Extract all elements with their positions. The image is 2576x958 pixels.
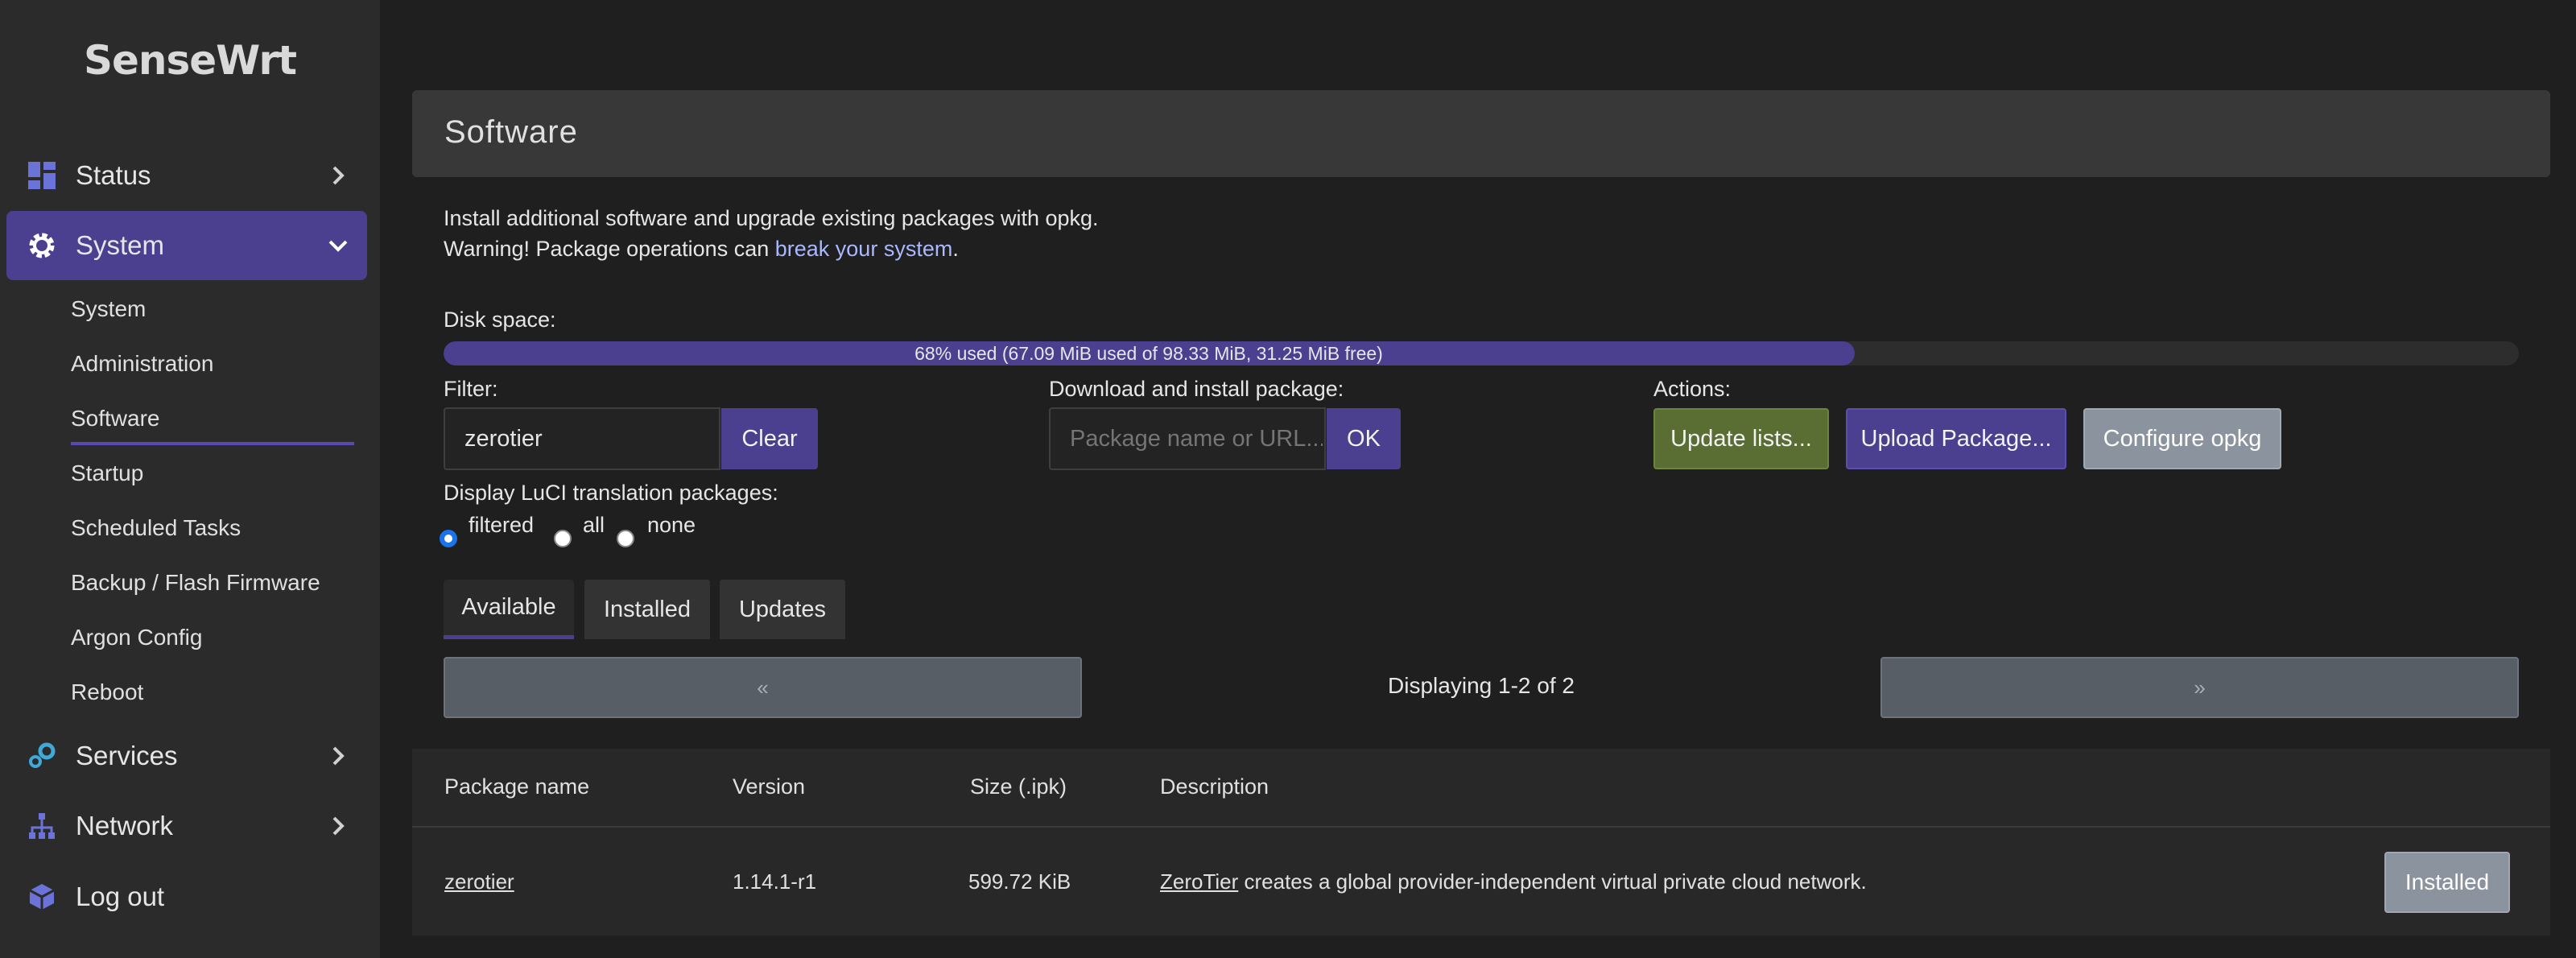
sidebar-subitem-reboot[interactable]: Reboot bbox=[71, 679, 143, 705]
ok-button[interactable]: OK bbox=[1327, 408, 1401, 469]
sidebar-subitem-startup[interactable]: Startup bbox=[71, 460, 143, 486]
description-text: creates a global provider-independent vi… bbox=[1238, 869, 1867, 894]
translation-label: Display LuCI translation packages: bbox=[444, 481, 778, 505]
tab-updates[interactable]: Updates bbox=[720, 580, 845, 639]
description-link[interactable]: ZeroTier bbox=[1160, 869, 1238, 894]
actions-label: Actions: bbox=[1653, 377, 1732, 401]
radio-none[interactable] bbox=[617, 530, 634, 547]
page-title: Software bbox=[444, 114, 578, 150]
sidebar-subitem-administration[interactable]: Administration bbox=[71, 351, 213, 377]
disk-space-label: Disk space: bbox=[444, 308, 556, 332]
table-row: zerotier 1.14.1-r1 599.72 KiB ZeroTier c… bbox=[412, 828, 2550, 935]
tab-installed[interactable]: Installed bbox=[584, 580, 710, 639]
disk-usage-bar: 68% used (67.09 MiB used of 98.33 MiB, 3… bbox=[444, 341, 2519, 365]
package-size: 599.72 KiB bbox=[968, 869, 1071, 894]
column-header: Description bbox=[1160, 774, 1269, 799]
warning-suffix: . bbox=[952, 237, 959, 261]
configure-opkg-button[interactable]: Configure opkg bbox=[2083, 408, 2281, 469]
pager-status: Displaying 1-2 of 2 bbox=[1388, 673, 1575, 698]
column-header: Size (.ipk) bbox=[970, 774, 1067, 799]
sidebar-subitem-argon-config[interactable]: Argon Config bbox=[71, 625, 202, 650]
break-system-link[interactable]: break your system bbox=[775, 237, 953, 261]
sidebar-subitem-software[interactable]: Software bbox=[71, 406, 160, 432]
page-header: Software bbox=[412, 90, 2550, 177]
network-icon bbox=[26, 810, 58, 842]
sidebar-item-logout[interactable]: Log out bbox=[6, 862, 367, 931]
radio-all-label: all bbox=[583, 513, 605, 537]
warning-text: Warning! Package operations can break yo… bbox=[444, 237, 959, 262]
services-icon bbox=[26, 740, 58, 772]
sidebar-subitem-backup-flash[interactable]: Backup / Flash Firmware bbox=[71, 570, 320, 596]
sidebar-item-status[interactable]: Status bbox=[6, 141, 367, 210]
dashboard-icon bbox=[26, 159, 58, 192]
active-indicator bbox=[71, 442, 354, 445]
column-header: Version bbox=[733, 774, 806, 799]
radio-filtered[interactable] bbox=[440, 530, 457, 547]
gear-icon bbox=[26, 229, 58, 262]
radio-all[interactable] bbox=[554, 530, 572, 547]
sidebar-item-label: Services bbox=[76, 741, 178, 770]
sidebar-item-label: Log out bbox=[76, 882, 165, 911]
next-page-button[interactable]: » bbox=[1880, 657, 2519, 718]
radio-none-label: none bbox=[647, 513, 696, 537]
filter-label: Filter: bbox=[444, 377, 498, 401]
sidebar-item-system[interactable]: System bbox=[6, 211, 367, 280]
package-url-input[interactable] bbox=[1049, 407, 1326, 470]
chevron-right-icon bbox=[322, 740, 354, 772]
sidebar-item-services[interactable]: Services bbox=[6, 721, 367, 791]
prev-page-button[interactable]: « bbox=[444, 657, 1082, 718]
column-header: Package name bbox=[444, 774, 590, 799]
filter-input[interactable] bbox=[444, 407, 720, 470]
package-description: ZeroTier creates a global provider-indep… bbox=[1160, 869, 1867, 894]
chevron-right-icon bbox=[322, 159, 354, 192]
download-label: Download and install package: bbox=[1049, 377, 1344, 401]
table-header: Package name Version Size (.ipk) Descrip… bbox=[412, 749, 2550, 828]
package-version: 1.14.1-r1 bbox=[733, 869, 817, 894]
tab-available[interactable]: Available bbox=[444, 580, 574, 639]
sidebar-subitem-system[interactable]: System bbox=[71, 296, 146, 322]
sidebar: SenseWrt Status System System Administra… bbox=[0, 0, 380, 958]
sidebar-subitem-scheduled-tasks[interactable]: Scheduled Tasks bbox=[71, 515, 241, 541]
upload-package-button[interactable]: Upload Package... bbox=[1846, 408, 2066, 469]
disk-usage-text: 68% used (67.09 MiB used of 98.33 MiB, 3… bbox=[914, 343, 1383, 364]
package-name-link[interactable]: zerotier bbox=[444, 869, 514, 894]
clear-button[interactable]: Clear bbox=[721, 408, 818, 469]
update-lists-button[interactable]: Update lists... bbox=[1653, 408, 1829, 469]
installed-button[interactable]: Installed bbox=[2384, 852, 2510, 913]
sidebar-item-network[interactable]: Network bbox=[6, 791, 367, 861]
warning-prefix: Warning! Package operations can bbox=[444, 237, 775, 261]
intro-text: Install additional software and upgrade … bbox=[444, 206, 1099, 230]
chevron-down-icon bbox=[322, 229, 354, 262]
radio-filtered-label: filtered bbox=[469, 513, 535, 537]
logout-cube-icon bbox=[26, 881, 58, 913]
sidebar-item-label: System bbox=[76, 230, 165, 260]
app-logo: SenseWrt bbox=[83, 37, 297, 84]
chevron-right-icon bbox=[322, 810, 354, 842]
sidebar-item-label: Status bbox=[76, 160, 151, 190]
sidebar-item-label: Network bbox=[76, 811, 174, 840]
